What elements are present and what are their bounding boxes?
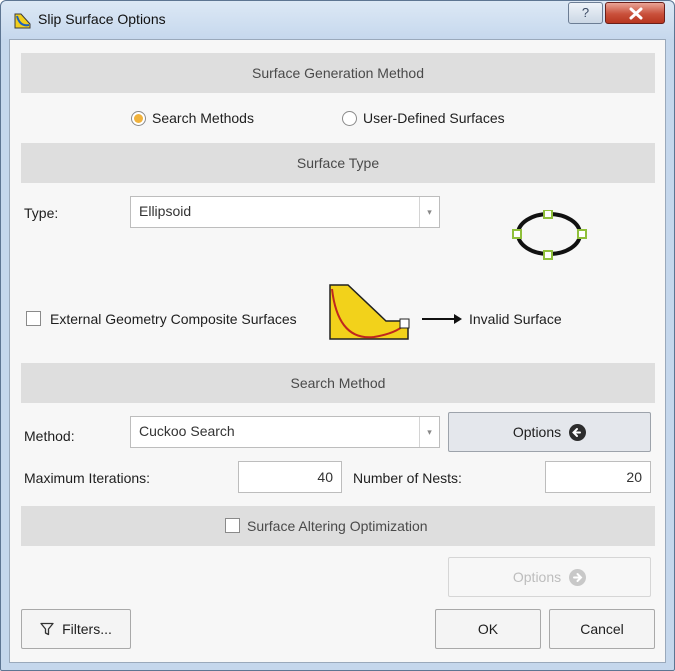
surface-altering-label: Surface Altering Optimization xyxy=(247,518,428,534)
invalid-surface-label: Invalid Surface xyxy=(469,311,562,327)
radio-selected-icon xyxy=(131,110,146,126)
app-icon xyxy=(14,13,31,29)
arrow-right-circle-icon xyxy=(569,568,587,586)
max-iterations-input[interactable]: 40 xyxy=(238,461,342,493)
search-options-label: Options xyxy=(512,424,562,440)
search-options-button[interactable]: Options xyxy=(448,412,651,452)
help-icon: ? xyxy=(581,5,590,20)
number-of-nests-input[interactable]: 20 xyxy=(545,461,651,493)
dialog-window: Slip Surface Options ? Surface Generatio… xyxy=(0,0,675,671)
altering-options-button[interactable]: Options xyxy=(448,557,651,597)
arrow-left-circle-icon xyxy=(569,423,587,441)
type-dropdown[interactable]: Ellipsoid ▾ xyxy=(130,196,440,228)
external-geometry-label: External Geometry Composite Surfaces xyxy=(50,311,297,327)
filters-label: Filters... xyxy=(62,621,112,637)
search-methods-radio[interactable]: Search Methods xyxy=(131,110,254,126)
method-dropdown[interactable]: Cuckoo Search ▾ xyxy=(130,416,440,448)
filter-icon xyxy=(40,622,54,636)
arrow-right-icon xyxy=(422,314,462,324)
surface-type-header: Surface Type xyxy=(21,143,655,183)
chevron-down-icon: ▾ xyxy=(419,197,439,227)
type-value: Ellipsoid xyxy=(139,203,192,219)
surface-altering-checkbox[interactable] xyxy=(225,518,240,533)
external-geometry-checkbox[interactable] xyxy=(26,311,41,326)
surface-altering-header: Surface Altering Optimization xyxy=(21,506,655,546)
user-defined-surfaces-label: User-Defined Surfaces xyxy=(363,110,505,126)
close-button[interactable] xyxy=(605,2,665,24)
ok-button[interactable]: OK xyxy=(435,609,541,649)
help-button[interactable]: ? xyxy=(568,2,603,24)
cancel-button[interactable]: Cancel xyxy=(549,609,655,649)
chevron-down-icon: ▾ xyxy=(419,417,439,447)
title-bar[interactable]: Slip Surface Options ? xyxy=(1,1,674,39)
ok-label: OK xyxy=(477,621,499,637)
search-methods-label: Search Methods xyxy=(152,110,254,126)
user-defined-surfaces-radio[interactable]: User-Defined Surfaces xyxy=(342,110,505,126)
ellipse-surface-icon xyxy=(512,210,587,260)
cancel-label: Cancel xyxy=(580,621,624,637)
close-icon xyxy=(629,7,643,20)
radio-unselected-icon xyxy=(342,110,357,126)
window-title: Slip Surface Options xyxy=(38,11,166,27)
surface-generation-header: Surface Generation Method xyxy=(21,53,655,93)
dialog-content: Surface Generation Method Search Methods… xyxy=(9,39,666,663)
type-label: Type: xyxy=(24,205,59,221)
max-iterations-label: Maximum Iterations: xyxy=(24,470,151,486)
filters-button[interactable]: Filters... xyxy=(21,609,131,649)
method-value: Cuckoo Search xyxy=(139,423,235,439)
search-method-header: Search Method xyxy=(21,363,655,403)
composite-surface-illustration xyxy=(329,284,410,340)
number-of-nests-label: Number of Nests: xyxy=(353,470,462,486)
altering-options-label: Options xyxy=(512,569,562,585)
method-label: Method: xyxy=(24,428,75,444)
